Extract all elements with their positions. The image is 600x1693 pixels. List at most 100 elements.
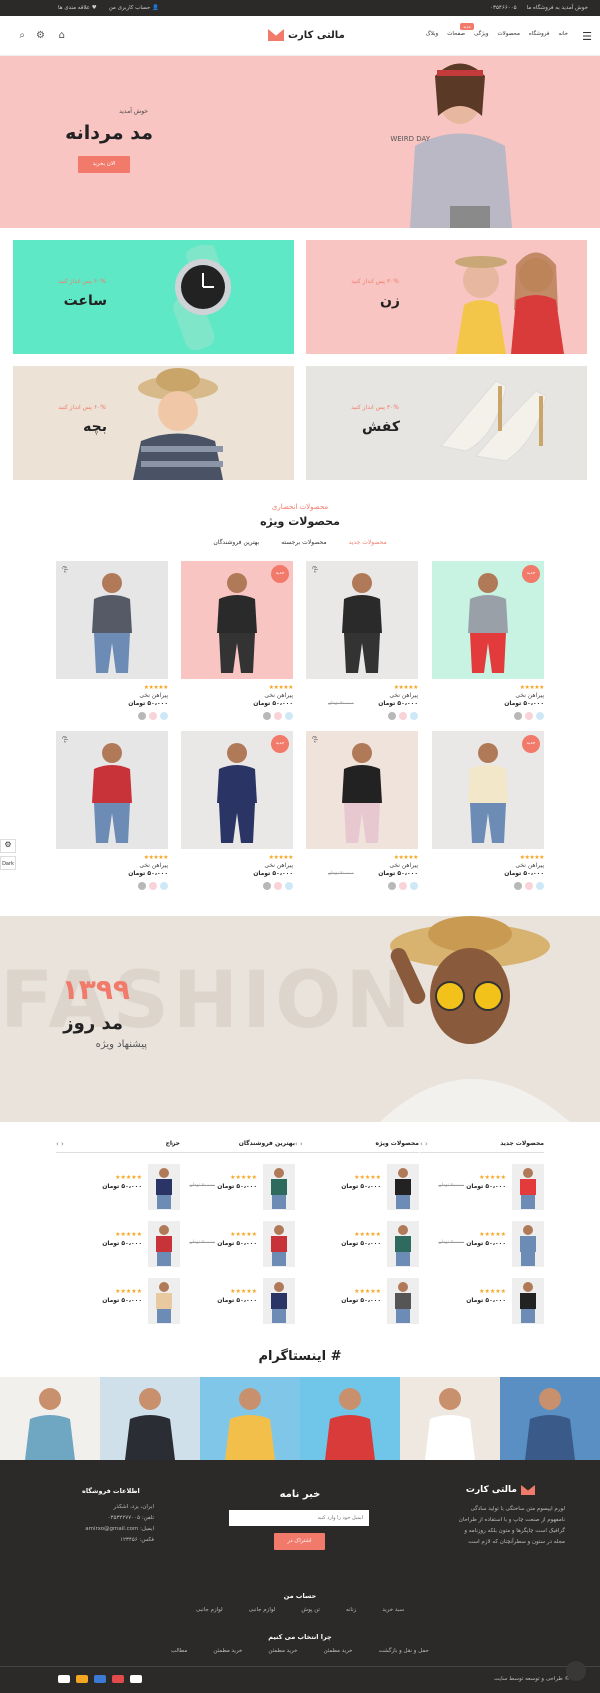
menu-icon[interactable]: ☰: [582, 30, 592, 43]
footer-link-secure-3[interactable]: خرید مطمئن: [213, 1648, 242, 1654]
list-item[interactable]: ★★★★★ ۵۰،۰۰۰ تومان ۷۰،۰۰۰ تومان: [420, 1221, 544, 1271]
footer-link-accessories-2[interactable]: لوازم جانبی: [196, 1607, 223, 1613]
product-card[interactable]: ★★★★★ پیراهن نخی ۵۰،۰۰۰ تومان جدید: [181, 561, 294, 727]
product-card[interactable]: ★★★★★ پیراهن نخی ۵۰،۰۰۰ تومان داغ: [56, 561, 169, 727]
hero-shop-button[interactable]: الان بخرید: [78, 156, 130, 173]
nav-products[interactable]: محصولات: [497, 31, 519, 37]
swatch-blue[interactable]: [536, 712, 544, 720]
dark-mode-toggle[interactable]: Dark: [0, 856, 16, 870]
list-item-thumb[interactable]: [148, 1221, 180, 1267]
swatch-gray[interactable]: [388, 882, 396, 890]
list-item-thumb[interactable]: [387, 1278, 419, 1324]
banner-shoes[interactable]: ۳۰% پس انداز کنید کفش: [306, 366, 587, 480]
product-name[interactable]: پیراهن نخی: [515, 862, 544, 869]
footer-link-articles[interactable]: مطالب: [171, 1648, 187, 1654]
prev-arrow-icon[interactable]: ‹: [295, 1140, 298, 1148]
search-icon[interactable]: ⌕: [14, 30, 25, 41]
product-image[interactable]: [56, 731, 168, 849]
footer-link-secure[interactable]: خرید مطمئن: [324, 1648, 353, 1654]
back-to-top-button[interactable]: [566, 1661, 586, 1681]
instagram-photo[interactable]: [300, 1377, 400, 1460]
list-item-thumb[interactable]: [512, 1164, 544, 1210]
nav-features[interactable]: ویژگی جدید: [460, 23, 488, 37]
swatch-gray[interactable]: [138, 882, 146, 890]
list-item[interactable]: ★★★★★ ۵۰،۰۰۰ تومان: [56, 1221, 180, 1271]
product-name[interactable]: پیراهن نخی: [139, 862, 168, 869]
swatch-blue[interactable]: [410, 882, 418, 890]
product-card[interactable]: ★★★★★ پیراهن نخی ۵۰،۰۰۰ تومان ۷۰،۰۰۰ تومان د…: [306, 731, 419, 897]
list-item[interactable]: ★★★★★ ۵۰،۰۰۰ تومان: [171, 1278, 295, 1328]
list-item[interactable]: ★★★★★ ۵۰،۰۰۰ تومان: [295, 1164, 419, 1214]
list-item-thumb[interactable]: [512, 1221, 544, 1267]
list-item[interactable]: ★★★★★ ۵۰،۰۰۰ تومان: [295, 1278, 419, 1328]
banner-kids[interactable]: ۶۰% پس انداز کنید بچه: [13, 366, 294, 480]
next-arrow-icon[interactable]: ›: [61, 1140, 64, 1148]
swatch-gray[interactable]: [514, 712, 522, 720]
instagram-photo[interactable]: [400, 1377, 500, 1460]
site-logo[interactable]: مالتی کارت: [268, 29, 345, 41]
instagram-photo[interactable]: [500, 1377, 600, 1460]
instagram-photo[interactable]: [200, 1377, 300, 1460]
instagram-photo[interactable]: [100, 1377, 200, 1460]
list-item-thumb[interactable]: [512, 1278, 544, 1324]
footer-link-shipping[interactable]: حمل و نقل و بازگشت: [379, 1648, 429, 1654]
list-item-thumb[interactable]: [148, 1164, 180, 1210]
list-item[interactable]: ★★★★★ ۵۰،۰۰۰ تومان ۷۰،۰۰۰ تومان: [171, 1164, 295, 1214]
list-item[interactable]: ★★★★★ ۵۰،۰۰۰ تومان: [56, 1278, 180, 1328]
footer-link-secure-2[interactable]: خرید مطمئن: [268, 1648, 297, 1654]
banner-women[interactable]: ۳۰% پس انداز کنید زن: [306, 240, 587, 354]
swatch-pink[interactable]: [399, 882, 407, 890]
swatch-blue[interactable]: [285, 712, 293, 720]
swatch-gray[interactable]: [388, 712, 396, 720]
product-card[interactable]: ★★★★★ پیراهن نخی ۵۰،۰۰۰ تومان جدید: [181, 731, 294, 897]
swatch-blue[interactable]: [160, 712, 168, 720]
cart-icon[interactable]: ⌂: [54, 30, 65, 41]
list-item-thumb[interactable]: [148, 1278, 180, 1324]
footer-link-accessories[interactable]: لوازم جانبی: [249, 1607, 276, 1613]
subscribe-button[interactable]: اشتراک در: [274, 1533, 325, 1550]
next-arrow-icon[interactable]: ›: [300, 1140, 303, 1148]
prev-arrow-icon[interactable]: ‹: [420, 1140, 423, 1148]
list-item[interactable]: ★★★★★ ۵۰،۰۰۰ تومان ۷۰،۰۰۰ تومان: [420, 1164, 544, 1214]
footer-link-cart[interactable]: سبد خرید: [382, 1607, 404, 1613]
product-card[interactable]: ★★★★★ پیراهن نخی ۵۰،۰۰۰ تومان جدید: [432, 561, 545, 727]
swatch-pink[interactable]: [149, 712, 157, 720]
settings-toggle-icon[interactable]: ⚙: [0, 839, 16, 853]
wishlist-link[interactable]: ♥ علاقه مندی ها: [58, 5, 97, 11]
list-item-thumb[interactable]: [263, 1164, 295, 1210]
swatch-pink[interactable]: [525, 712, 533, 720]
swatch-pink[interactable]: [274, 882, 282, 890]
settings-icon[interactable]: ⚙: [34, 30, 45, 41]
footer-link-clothing[interactable]: تن پوش: [301, 1607, 320, 1613]
nav-pages[interactable]: صفحات: [447, 31, 465, 37]
list-item[interactable]: ★★★★★ ۵۰،۰۰۰ تومان ۷۰،۰۰۰ تومان: [171, 1221, 295, 1271]
nav-shop[interactable]: فروشگاه: [529, 31, 550, 37]
footer-link-women[interactable]: زنانه: [346, 1607, 356, 1613]
tab-top-products[interactable]: محصولات برجسته: [281, 539, 326, 546]
swatch-gray[interactable]: [263, 882, 271, 890]
list-item[interactable]: ★★★★★ ۵۰،۰۰۰ تومان: [295, 1221, 419, 1271]
swatch-pink[interactable]: [525, 882, 533, 890]
prev-arrow-icon[interactable]: ‹: [56, 1140, 59, 1148]
list-item[interactable]: ★★★★★ ۵۰،۰۰۰ تومان: [56, 1164, 180, 1214]
swatch-blue[interactable]: [410, 712, 418, 720]
tab-new-products[interactable]: محصولات جدید: [349, 539, 387, 546]
swatch-pink[interactable]: [399, 712, 407, 720]
swatch-blue[interactable]: [536, 882, 544, 890]
product-card[interactable]: ★★★★★ پیراهن نخی ۵۰،۰۰۰ تومان ۷۰،۰۰۰ تومان د…: [306, 561, 419, 727]
nav-home[interactable]: خانه: [558, 31, 568, 37]
product-name[interactable]: پیراهن نخی: [264, 862, 293, 869]
swatch-blue[interactable]: [285, 882, 293, 890]
swatch-blue[interactable]: [160, 882, 168, 890]
swatch-gray[interactable]: [514, 882, 522, 890]
product-name[interactable]: پیراهن نخی: [515, 692, 544, 699]
product-image[interactable]: [306, 561, 418, 679]
instagram-photo[interactable]: [0, 1377, 100, 1460]
tab-best-sellers[interactable]: بهترین فروشندگان: [213, 539, 259, 546]
next-arrow-icon[interactable]: ›: [425, 1140, 428, 1148]
swatch-pink[interactable]: [274, 712, 282, 720]
list-item[interactable]: ★★★★★ ۵۰،۰۰۰ تومان: [420, 1278, 544, 1328]
product-card[interactable]: ★★★★★ پیراهن نخی ۵۰،۰۰۰ تومان داغ: [56, 731, 169, 897]
product-name[interactable]: پیراهن نخی: [139, 692, 168, 699]
nav-blog[interactable]: وبلاگ: [426, 31, 438, 37]
